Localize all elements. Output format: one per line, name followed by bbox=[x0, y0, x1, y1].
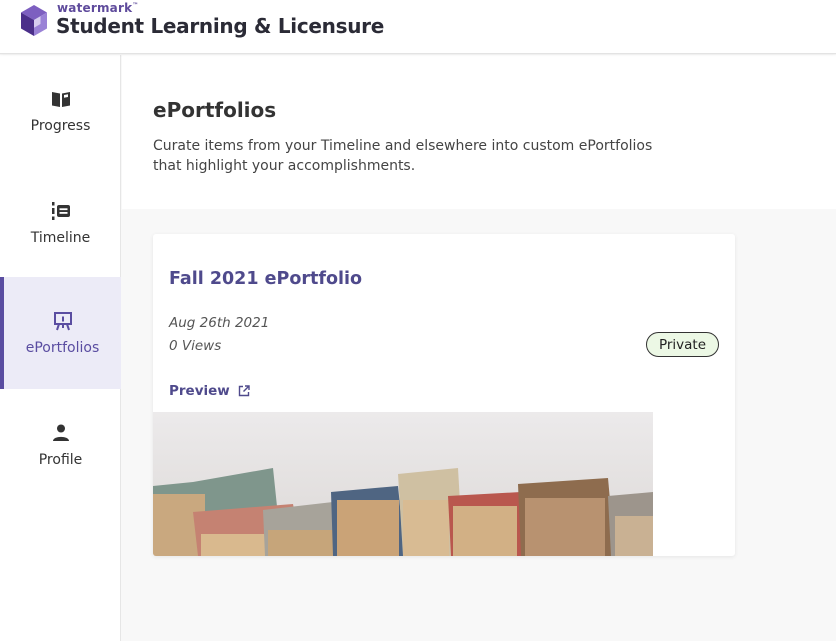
preview-link[interactable]: Preview bbox=[169, 383, 250, 399]
person-icon bbox=[52, 424, 69, 441]
sidebar-item-timeline[interactable]: Timeline bbox=[0, 167, 121, 279]
preview-label: Preview bbox=[169, 383, 230, 399]
sidebar-item-label: ePortfolios bbox=[25, 340, 100, 356]
app-title: Student Learning & Licensure bbox=[56, 14, 384, 38]
sidebar-item-label: Progress bbox=[30, 118, 91, 134]
sidebar-item-label: Timeline bbox=[30, 230, 91, 246]
sidebar-item-label: Profile bbox=[38, 452, 83, 468]
sidebar-item-eportfolios[interactable]: ePortfolios bbox=[0, 277, 121, 389]
eportfolio-title[interactable]: Fall 2021 ePortfolio bbox=[169, 269, 362, 289]
eportfolio-views: 0 Views bbox=[169, 338, 222, 354]
privacy-badge: Private bbox=[646, 332, 719, 357]
sidebar-item-profile[interactable]: Profile bbox=[0, 389, 121, 501]
sidebar-item-progress[interactable]: Progress bbox=[0, 55, 121, 167]
books-cover-image bbox=[153, 412, 653, 556]
eportfolio-card[interactable]: Fall 2021 ePortfolio Aug 26th 2021 0 Vie… bbox=[153, 234, 735, 556]
watermark-logo-icon[interactable] bbox=[19, 4, 49, 38]
brand-wordmark: watermark™ bbox=[57, 1, 139, 15]
top-bar: watermark™ Student Learning & Licensure bbox=[0, 0, 836, 54]
book-icon bbox=[51, 92, 70, 107]
page-header: ePortfolios Curate items from your Timel… bbox=[122, 55, 836, 209]
page-title: ePortfolios bbox=[153, 98, 277, 122]
sidebar: Progress Timeline ePortfolios Profile bbox=[0, 55, 121, 641]
page-description: Curate items from your Timeline and else… bbox=[153, 138, 653, 174]
eportfolio-date: Aug 26th 2021 bbox=[169, 315, 270, 331]
timeline-icon bbox=[51, 202, 70, 220]
presentation-icon bbox=[53, 312, 72, 331]
external-link-icon bbox=[238, 385, 250, 397]
